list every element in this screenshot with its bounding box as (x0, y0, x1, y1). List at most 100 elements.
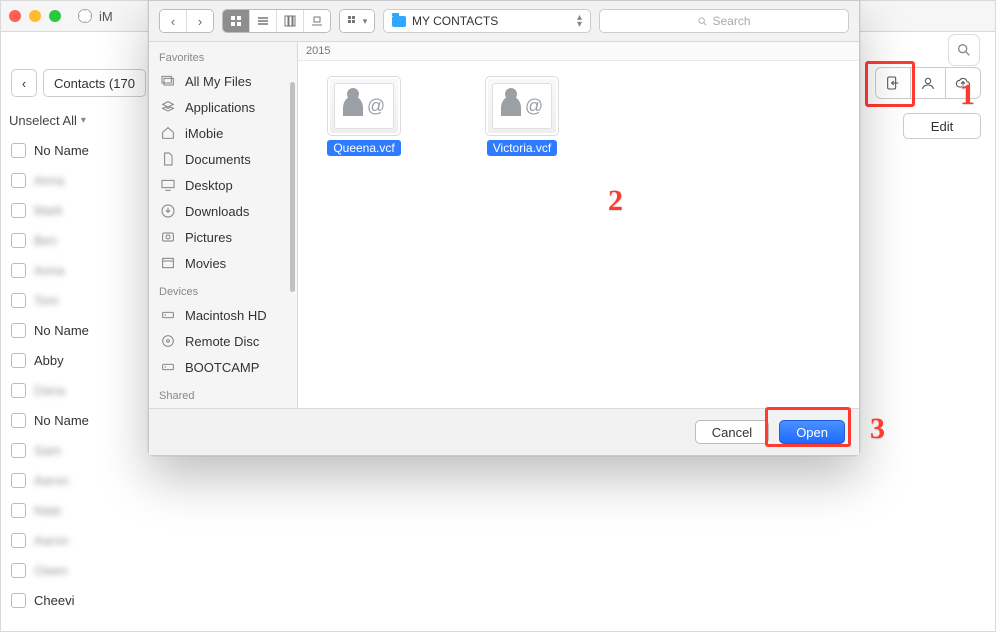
contact-row[interactable]: Tom (1, 285, 153, 315)
dialog-body: Favorites All My FilesApplicationsiMobie… (149, 42, 859, 409)
search-placeholder: Search (712, 14, 750, 28)
contact-checkbox[interactable] (11, 503, 26, 518)
view-mode-segment (222, 9, 331, 33)
contact-row[interactable]: Owen (1, 555, 153, 585)
sidebar-item[interactable]: Desktop (149, 172, 297, 198)
contact-checkbox[interactable] (11, 533, 26, 548)
contact-row[interactable]: Aaron (1, 525, 153, 555)
contacts-mode-button[interactable] (911, 67, 946, 99)
movies-icon (159, 254, 177, 272)
window-minimize-dot[interactable] (29, 10, 41, 22)
sidebar-item[interactable]: Pictures (149, 224, 297, 250)
sidebar-item[interactable]: Applications (149, 94, 297, 120)
contact-checkbox[interactable] (11, 593, 26, 608)
contact-row[interactable]: Anna (1, 255, 153, 285)
contact-checkbox[interactable] (11, 263, 26, 278)
list-view-button[interactable] (249, 10, 276, 32)
sidebar-item[interactable]: Remote Disc (149, 328, 297, 354)
file-item[interactable]: @Victoria.vcf (478, 76, 566, 156)
chevron-left-icon: ‹ (22, 76, 26, 91)
cancel-button[interactable]: Cancel (695, 420, 769, 444)
sidebar-item[interactable]: All My Files (149, 68, 297, 94)
contact-checkbox[interactable] (11, 353, 26, 368)
dialog-content: 2015 @Queena.vcf @Victoria.vcf (298, 42, 859, 409)
contact-row[interactable]: Dana (1, 375, 153, 405)
arrange-segment: ▾ (339, 9, 375, 33)
contact-name: Anna (34, 263, 64, 278)
coverflow-icon (311, 15, 323, 27)
window-close-dot[interactable] (9, 10, 21, 22)
contact-checkbox[interactable] (11, 473, 26, 488)
sidebar-item-label: Pictures (185, 230, 232, 245)
magnifier-icon (697, 16, 708, 27)
column-view-button[interactable] (276, 10, 303, 32)
sidebar-item[interactable]: Macintosh HD (149, 302, 297, 328)
columns-icon (284, 15, 296, 27)
group-header-label: 2015 (306, 45, 330, 57)
chevron-down-icon: ▾ (81, 115, 86, 126)
contact-row[interactable]: Cheevi (1, 585, 153, 615)
contact-row[interactable]: No Name (1, 315, 153, 345)
app-search-button[interactable] (948, 34, 980, 66)
contact-row[interactable]: Sam (1, 435, 153, 465)
contact-row[interactable]: Nate (1, 495, 153, 525)
contact-checkbox[interactable] (11, 413, 26, 428)
contact-row[interactable]: Ben (1, 225, 153, 255)
contact-name: No Name (34, 413, 89, 428)
sidebar-item-label: iMobie (185, 126, 223, 141)
contact-checkbox[interactable] (11, 143, 26, 158)
sidebar-item[interactable]: Downloads (149, 198, 297, 224)
breadcrumb-pill[interactable]: Contacts (170 (43, 69, 146, 97)
contact-checkbox[interactable] (11, 203, 26, 218)
nav-back-button[interactable]: ‹ (160, 10, 186, 32)
contact-row[interactable]: Aaron (1, 465, 153, 495)
icon-view-button[interactable] (223, 10, 249, 32)
folder-dropdown[interactable]: MY CONTACTS ▴▾ (383, 9, 591, 33)
sidebar-item[interactable]: iMobie (149, 120, 297, 146)
contact-checkbox[interactable] (11, 563, 26, 578)
contact-row[interactable]: No Name (1, 135, 153, 165)
contact-name: Ben (34, 233, 57, 248)
annotation-box-3 (765, 407, 851, 447)
compass-icon (77, 8, 93, 24)
disc-icon (159, 332, 177, 350)
annotation-number-2: 2 (608, 186, 623, 216)
arrange-button[interactable]: ▾ (340, 10, 374, 32)
all-files-icon (159, 72, 177, 90)
sidebar-item[interactable]: Movies (149, 250, 297, 276)
file-item[interactable]: @Queena.vcf (320, 76, 408, 156)
contact-row[interactable]: Mark (1, 195, 153, 225)
app-title: iM (99, 9, 113, 24)
contact-checkbox[interactable] (11, 443, 26, 458)
edit-button[interactable]: Edit (903, 113, 981, 139)
magnifier-icon (956, 42, 972, 58)
unselect-all-button[interactable]: Unselect All ▾ (9, 113, 86, 128)
nav-forward-button[interactable]: › (186, 10, 213, 32)
sidebar-scrollbar-thumb[interactable] (290, 82, 295, 292)
contact-checkbox[interactable] (11, 173, 26, 188)
contact-checkbox[interactable] (11, 233, 26, 248)
at-icon: @ (525, 96, 543, 117)
hdd-icon (159, 306, 177, 324)
person-icon (920, 75, 936, 91)
contact-checkbox[interactable] (11, 323, 26, 338)
apps-icon (159, 98, 177, 116)
sidebar-item-label: Downloads (185, 204, 249, 219)
coverflow-view-button[interactable] (303, 10, 330, 32)
folder-name: MY CONTACTS (412, 14, 498, 28)
sidebar-item-label: Movies (185, 256, 226, 271)
breadcrumb-text: Contacts (170 (54, 76, 135, 91)
sidebar-item[interactable]: BOOTCAMP (149, 354, 297, 380)
window-zoom-dot[interactable] (49, 10, 61, 22)
dialog-search-field[interactable]: Search (599, 9, 849, 33)
back-button[interactable]: ‹ (11, 69, 37, 97)
contact-checkbox[interactable] (11, 293, 26, 308)
contact-checkbox[interactable] (11, 383, 26, 398)
contact-row[interactable]: Abby (1, 345, 153, 375)
sidebar-item[interactable]: Documents (149, 146, 297, 172)
contact-row[interactable]: No Name (1, 405, 153, 435)
contact-silhouette-icon (343, 96, 363, 116)
arrange-icon (347, 15, 361, 27)
contact-row[interactable]: Anna (1, 165, 153, 195)
contact-name: Nate (34, 503, 61, 518)
